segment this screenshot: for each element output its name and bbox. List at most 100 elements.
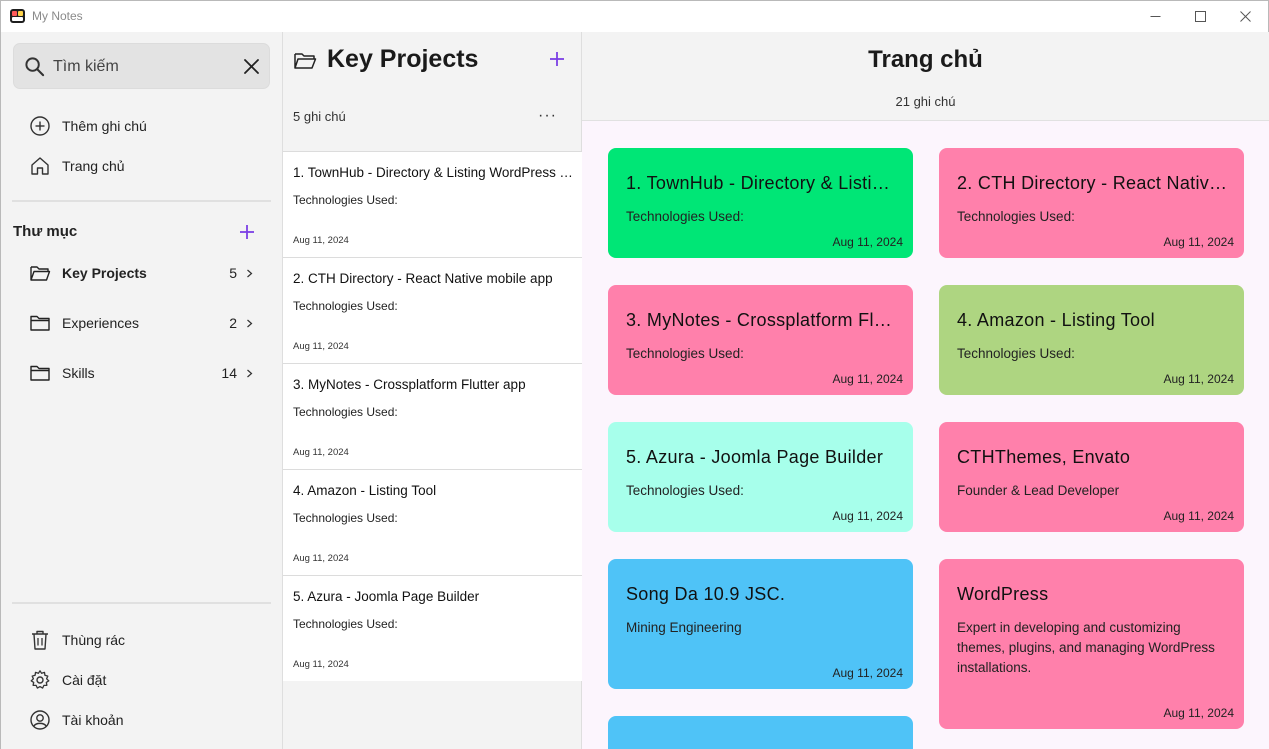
note-card[interactable]: 1. TownHub - Directory & Listing WordPre… [608,148,913,258]
card-title: Song Da 10.9 JSC. [626,584,786,604]
card-date: Aug 11, 2024 [832,666,903,680]
folder-title: Key Projects [327,45,479,73]
folders-heading: Thư mục [13,223,78,240]
account-label: Tài khoản [62,712,124,728]
folder-count: 5 [229,265,237,281]
add-note-button[interactable]: Thêm ghi chú [29,114,147,138]
home-header: Trang chủ 21 ghi chú [582,32,1269,121]
search-input[interactable]: Tìm kiếm [13,43,270,89]
window-title: My Notes [32,9,83,23]
note-list: 1. TownHub - Directory & Listing WordPre… [283,151,582,681]
note-date: Aug 11, 2024 [293,341,349,352]
settings-label: Cài đặt [62,672,107,688]
card-body: Expert in developing and customizing the… [957,620,1215,675]
folder-name: Experiences [62,315,140,331]
note-card[interactable]: 2. CTH Directory - React Native mobile a… [939,148,1244,258]
card-body: Mining Engineering [626,620,742,635]
trash-label: Thùng rác [62,632,126,648]
settings-nav-item[interactable]: Cài đặt [29,668,106,692]
add-folder-icon[interactable] [238,223,256,241]
note-date: Aug 11, 2024 [293,659,349,670]
card-title: WordPress [957,584,1049,604]
note-card[interactable]: Song Da 10.9 JSC. Mining Engineering Aug… [608,559,913,689]
home-panel: Trang chủ 21 ghi chú 1. TownHub - Direct… [582,32,1269,749]
card-body: Founder & Lead Developer [957,483,1120,498]
sidebar-divider [12,200,271,202]
card-title: 1. TownHub - Directory & Listing WordPre… [626,173,898,193]
home-icon [31,157,49,175]
note-title: 1. TownHub - Directory & Listing WordPre… [293,165,573,180]
close-icon [1239,11,1251,22]
note-card[interactable]: 5. Azura - Joomla Page Builder Technolog… [608,422,913,532]
folder-item-skills[interactable]: Skills 14 [29,361,254,385]
search-icon [25,57,45,77]
card-body: Technologies Used: [957,209,1075,224]
page-title: Trang chủ [868,46,983,73]
note-card[interactable]: 3. MyNotes - Crossplatform Flutter app T… [608,285,913,395]
trash-nav-item[interactable]: Thùng rác [29,628,125,652]
note-preview: Technologies Used: [293,299,398,313]
app-window: My Notes Tìm kiếm Thêm ghi chú Trang chủ… [0,0,1269,749]
card-title: 2. CTH Directory - React Native mobile a… [957,173,1229,193]
clear-search-icon[interactable] [243,58,260,75]
folder-name: Skills [62,365,95,381]
trash-icon [32,630,48,650]
folder-item-experiences[interactable]: Experiences 2 [29,311,254,335]
search-placeholder: Tìm kiếm [53,58,119,75]
note-card[interactable]: 4. Amazon - Listing Tool Technologies Us… [939,285,1244,395]
account-icon [30,710,50,730]
note-preview: Technologies Used: [293,193,398,207]
card-date: Aug 11, 2024 [1163,509,1234,523]
chevron-right-icon [247,269,253,277]
card-title: 4. Amazon - Listing Tool [957,310,1155,330]
list-item[interactable]: 5. Azura - Joomla Page Builder Technolog… [283,575,582,681]
folder-count: 2 [229,315,237,331]
note-card[interactable] [608,716,913,749]
folder-open-icon [294,53,317,69]
note-card[interactable]: CTHThemes, Envato Founder & Lead Develop… [939,422,1244,532]
card-date: Aug 11, 2024 [832,372,903,386]
card-date: Aug 11, 2024 [832,235,903,249]
add-note-label: Thêm ghi chú [62,118,147,134]
minimize-button[interactable] [1132,1,1178,32]
note-title: 2. CTH Directory - React Native mobile a… [293,271,553,286]
note-preview: Technologies Used: [293,511,398,525]
note-preview: Technologies Used: [293,405,398,419]
note-date: Aug 11, 2024 [293,553,349,564]
card-title: 3. MyNotes - Crossplatform Flutter app [626,310,898,330]
note-title: 5. Azura - Joomla Page Builder [293,589,480,604]
gear-icon [30,670,50,689]
note-date: Aug 11, 2024 [293,447,349,458]
card-date: Aug 11, 2024 [1163,372,1234,386]
note-date: Aug 11, 2024 [293,235,349,246]
maximize-icon [1194,11,1206,22]
title-bar: My Notes [1,1,1268,32]
chevron-right-icon [247,369,253,377]
note-card[interactable]: WordPress Expert in developing and custo… [939,559,1244,729]
card-body: Technologies Used: [626,209,744,224]
card-body: Technologies Used: [957,346,1075,361]
account-nav-item[interactable]: Tài khoản [29,708,123,732]
sidebar: Tìm kiếm Thêm ghi chú Trang chủ Thư mục … [1,32,282,749]
close-button[interactable] [1222,1,1268,32]
card-title: CTHThemes, Envato [957,447,1131,467]
folder-icon [30,315,50,331]
folder-item-key-projects[interactable]: Key Projects 5 [29,261,254,285]
add-note-icon[interactable] [548,50,566,68]
maximize-button[interactable] [1177,1,1223,32]
minimize-icon [1150,16,1160,17]
more-options-icon[interactable]: ··· [538,107,556,125]
sidebar-divider [12,602,271,604]
list-item[interactable]: 2. CTH Directory - React Native mobile a… [283,257,582,363]
card-body: Technologies Used: [626,483,744,498]
home-nav-item[interactable]: Trang chủ [29,154,125,178]
list-item[interactable]: 4. Amazon - Listing Tool Technologies Us… [283,469,582,575]
card-body: Technologies Used: [626,346,744,361]
add-circle-icon [30,116,50,136]
note-preview: Technologies Used: [293,617,398,631]
list-item[interactable]: 1. TownHub - Directory & Listing WordPre… [283,151,582,257]
list-item[interactable]: 3. MyNotes - Crossplatform Flutter app T… [283,363,582,469]
folder-count: 14 [221,365,237,381]
chevron-right-icon [247,319,253,327]
note-list-panel: Key Projects 5 ghi chú ··· 1. TownHub - … [282,32,582,749]
